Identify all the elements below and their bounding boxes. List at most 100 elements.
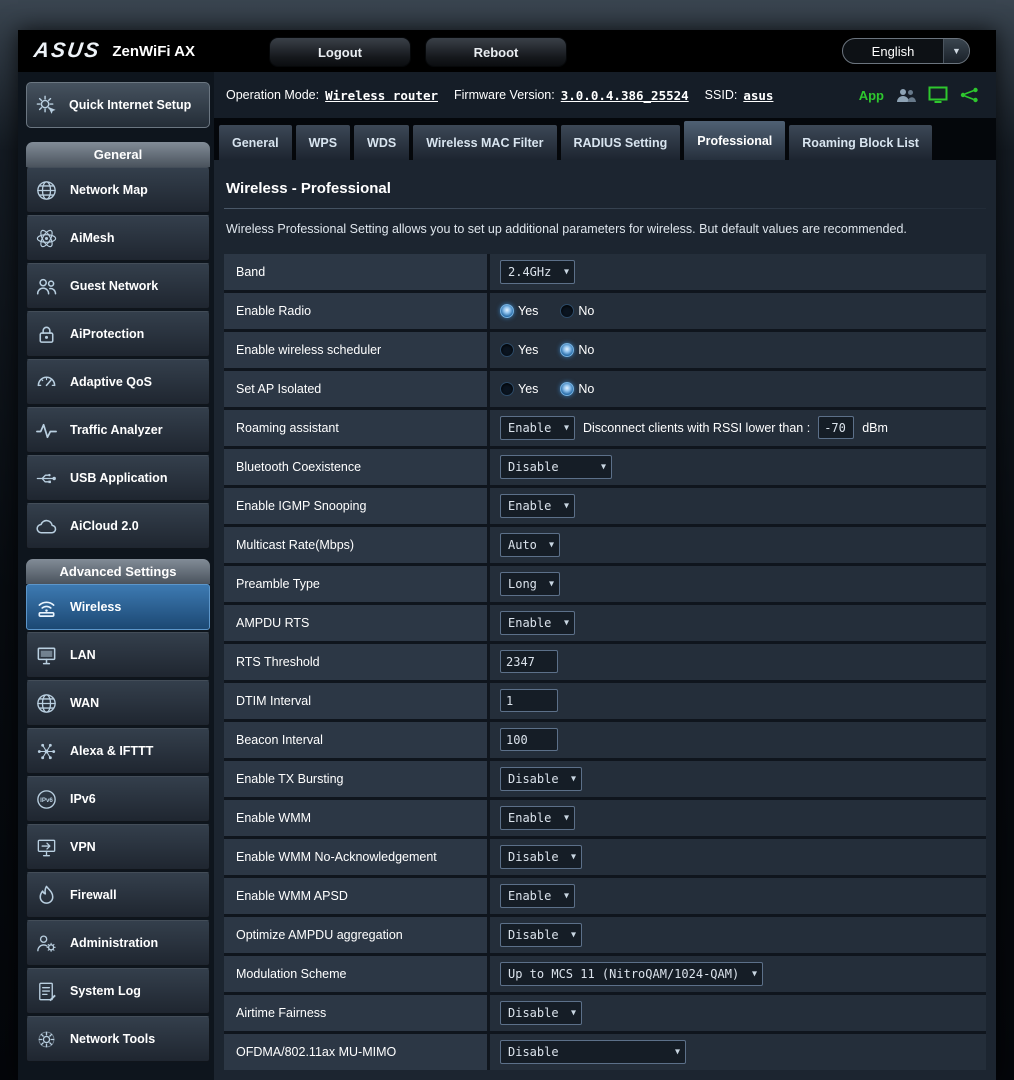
setting-value: Disable <box>490 760 986 797</box>
app-link[interactable]: App <box>859 88 884 103</box>
tab-wds[interactable]: WDS <box>353 124 411 160</box>
radio-option-label: Yes <box>518 303 539 318</box>
sidebar-item-traffic-analyzer[interactable]: Traffic Analyzer <box>26 407 210 453</box>
ssid-link[interactable]: asus <box>743 88 773 103</box>
sidebar-item-aimesh[interactable]: AiMesh <box>26 215 210 261</box>
page-description: Wireless Professional Setting allows you… <box>226 222 907 236</box>
sidebar-section-general: General <box>26 142 210 167</box>
sidebar-item-system-log[interactable]: System Log <box>26 968 210 1014</box>
system-log-icon <box>35 979 61 1003</box>
sidebar-item-usb-application[interactable]: USB Application <box>26 455 210 501</box>
sidebar-item-lan[interactable]: LAN <box>26 632 210 678</box>
tab-wps[interactable]: WPS <box>294 124 352 160</box>
set-ap-isolated-radio-yes[interactable]: Yes <box>500 381 538 396</box>
optimize-ampdu-aggregation-select[interactable]: Disable <box>500 922 582 947</box>
enable-tx-bursting-select[interactable]: Disable <box>500 766 582 791</box>
sidebar-item-adaptive-qos[interactable]: Adaptive QoS <box>26 359 210 405</box>
sidebar-item-aiprotection[interactable]: AiProtection <box>26 311 210 357</box>
settings-row-modulation-scheme: Modulation Scheme Up to MCS 11 (NitroQAM/… <box>224 955 986 992</box>
firmware-version-link[interactable]: 3.0.0.4.386_25524 <box>561 88 689 103</box>
network-share-icon[interactable] <box>960 87 980 103</box>
sidebar-item-network-tools[interactable]: Network Tools <box>26 1016 210 1062</box>
setting-label: OFDMA/802.11ax MU-MIMO <box>224 1033 490 1070</box>
operation-mode-link[interactable]: Wireless router <box>325 88 438 103</box>
enable-radio-radio-yes[interactable]: Yes <box>500 303 539 318</box>
band-select[interactable]: 2.4GHz <box>500 259 575 284</box>
enable-wmm-select[interactable]: Enable <box>500 805 575 830</box>
dtim-interval-input[interactable] <box>500 689 558 713</box>
set-ap-isolated-radio-no[interactable]: No <box>560 381 594 396</box>
setting-label: AMPDU RTS <box>224 604 490 641</box>
modulation-scheme-select[interactable]: Up to MCS 11 (NitroQAM/1024-QAM) <box>500 961 763 986</box>
setting-label: Enable WMM APSD <box>224 877 490 914</box>
firewall-icon <box>35 883 61 907</box>
adaptive-qos-icon <box>35 370 61 394</box>
aicloud-icon <box>35 514 61 538</box>
sidebar-item-firewall[interactable]: Firewall <box>26 872 210 918</box>
sidebar-item-aicloud-2-0[interactable]: AiCloud 2.0 <box>26 503 210 549</box>
setting-value: Enable <box>490 877 986 914</box>
sidebar-item-guest-network[interactable]: Guest Network <box>26 263 210 309</box>
multicast-rate-mbps-select[interactable]: Auto <box>500 532 560 557</box>
sidebar-item-ipv6[interactable]: IPv6 IPv6 <box>26 776 210 822</box>
rts-threshold-input[interactable] <box>500 650 558 674</box>
alexa-ifttt-icon <box>35 739 61 763</box>
setting-value <box>490 643 986 680</box>
bluetooth-coexistence-select[interactable]: Disable <box>500 454 612 479</box>
enable-igmp-snooping-select[interactable]: Enable <box>500 493 575 518</box>
tab-general[interactable]: General <box>218 124 293 160</box>
sidebar-item-label: Network Tools <box>70 1032 156 1046</box>
tab-bar: General WPS WDS Wireless MAC Filter RADIUS S… <box>214 118 996 160</box>
enable-wireless-scheduler-radio-yes[interactable]: Yes <box>500 342 538 357</box>
sidebar-item-wan[interactable]: WAN <box>26 680 210 726</box>
language-selected-label: English <box>871 43 915 59</box>
language-selector[interactable]: English ▼ <box>842 38 970 64</box>
settings-row-optimize-ampdu-aggregation: Optimize AMPDU aggregation Disable <box>224 916 986 953</box>
setting-label: RTS Threshold <box>224 643 490 680</box>
users-icon[interactable] <box>896 87 916 103</box>
ofdma-802-11ax-mu-mimo-select[interactable]: Disable <box>500 1039 686 1064</box>
aiprotection-icon <box>35 322 61 346</box>
radio-unchecked-icon <box>560 303 575 318</box>
tab-wireless-mac-filter[interactable]: Wireless MAC Filter <box>412 124 558 160</box>
setting-label: Airtime Fairness <box>224 994 490 1031</box>
settings-row-beacon-interval: Beacon Interval <box>224 721 986 758</box>
sidebar-item-label: Network Map <box>70 183 148 197</box>
beacon-interval-input[interactable] <box>500 728 558 752</box>
page-title: Wireless - Professional <box>226 180 391 197</box>
radio-unchecked-icon <box>500 381 514 396</box>
sidebar-item-label: Adaptive QoS <box>70 375 152 389</box>
enable-wmm-apsd-select[interactable]: Enable <box>500 883 575 908</box>
qis-button[interactable]: Quick Internet Setup <box>26 82 210 128</box>
remote-screen-icon[interactable] <box>928 86 948 104</box>
tab-professional[interactable]: Professional <box>683 120 787 160</box>
reboot-button[interactable]: Reboot <box>425 37 567 67</box>
settings-row-enable-tx-bursting: Enable TX Bursting Disable <box>224 760 986 797</box>
setting-value: Enable <box>490 604 986 641</box>
tab-radius-setting[interactable]: RADIUS Setting <box>559 124 682 160</box>
preamble-type-select[interactable]: Long <box>500 571 560 596</box>
enable-radio-radio-no[interactable]: No <box>560 303 594 318</box>
settings-row-enable-wireless-scheduler: Enable wireless scheduler Yes No <box>224 331 986 368</box>
sidebar-item-administration[interactable]: Administration <box>26 920 210 966</box>
roaming-assistant-select[interactable]: Enable <box>500 415 575 440</box>
main-area: Operation Mode: Wireless router Firmware… <box>214 72 996 1080</box>
logout-button[interactable]: Logout <box>269 37 411 67</box>
ampdu-rts-select[interactable]: Enable <box>500 610 575 635</box>
sidebar-item-label: Wireless <box>70 600 122 614</box>
enable-wireless-scheduler-radio-no[interactable]: No <box>560 342 595 357</box>
tab-roaming-block-list[interactable]: Roaming Block List <box>788 124 933 160</box>
enable-wmm-no-acknowledgement-select[interactable]: Disable <box>500 844 582 869</box>
sidebar-item-vpn[interactable]: VPN <box>26 824 210 870</box>
product-name: ZenWiFi AX <box>112 42 195 60</box>
setting-label: Optimize AMPDU aggregation <box>224 916 490 953</box>
airtime-fairness-select[interactable]: Disable <box>500 1000 582 1025</box>
radio-option-label: No <box>578 342 595 357</box>
sidebar-item-wireless[interactable]: Wireless <box>26 584 210 630</box>
sidebar-item-alexa-ifttt[interactable]: Alexa & IFTTT <box>26 728 210 774</box>
roaming-assistant-rssi-input[interactable] <box>818 416 855 440</box>
setting-value: Disable <box>490 916 986 953</box>
operation-mode-label: Operation Mode: <box>226 88 320 102</box>
sidebar-item-network-map[interactable]: Network Map <box>26 167 210 213</box>
enable-wmm-no-acknowledgement-select-wrap: Disable <box>500 844 582 869</box>
